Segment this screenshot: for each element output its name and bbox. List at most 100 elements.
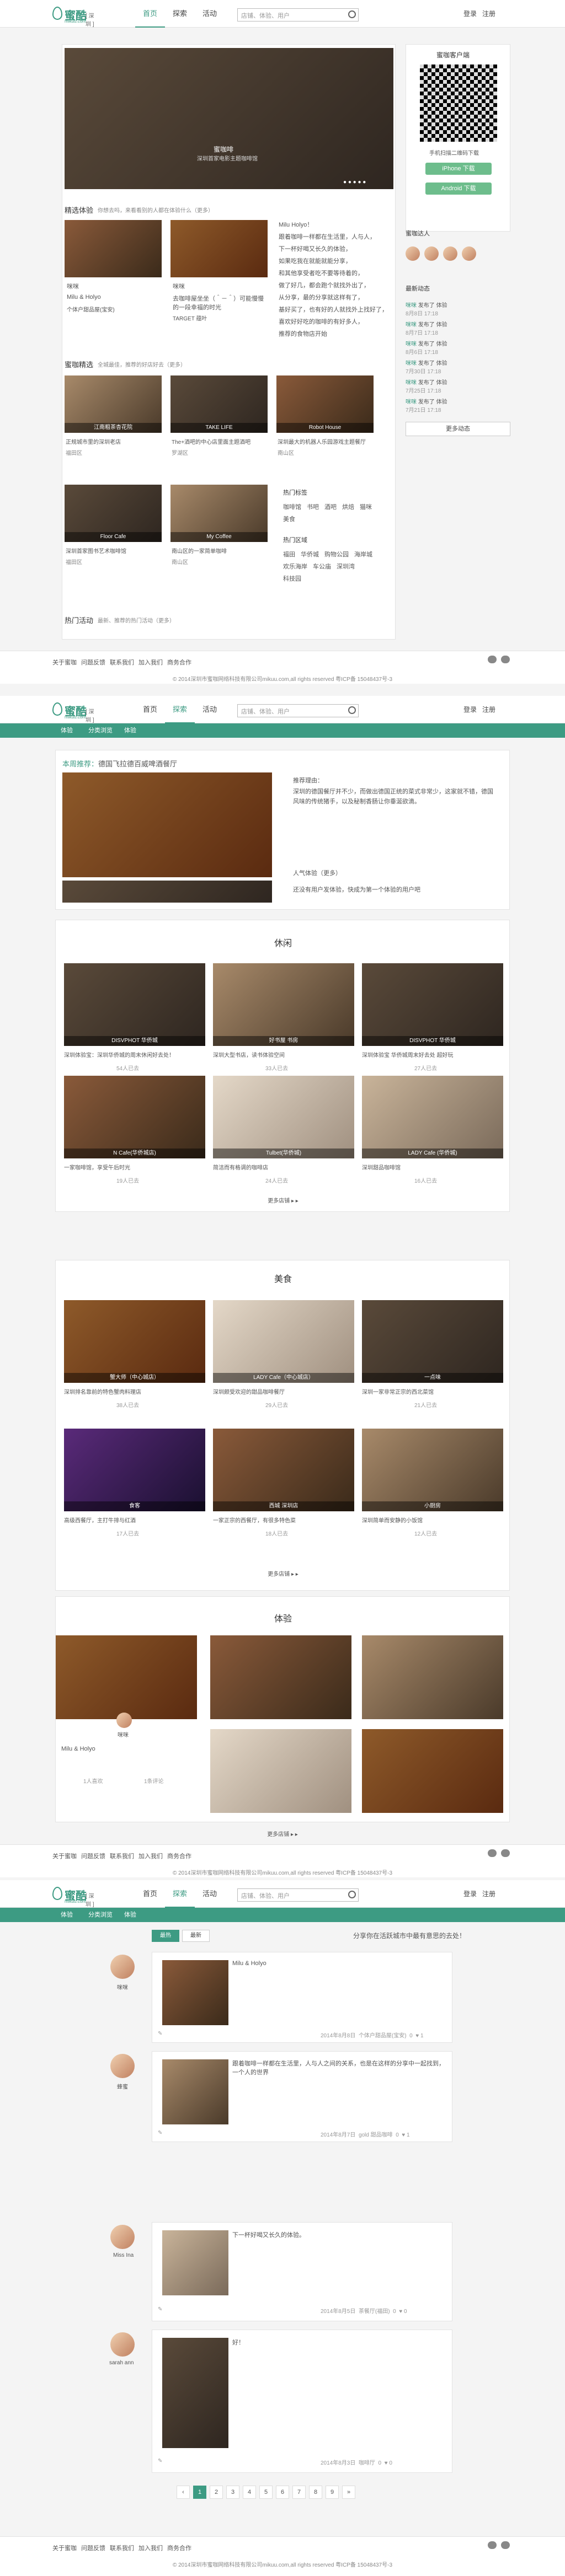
wechat-icon[interactable]	[501, 1849, 510, 1857]
wechat-icon[interactable]	[501, 656, 510, 663]
exp-card-image[interactable]	[210, 1729, 351, 1813]
about-link[interactable]: 关于蜜咖	[52, 2545, 77, 2552]
contact-link[interactable]: 联系我们	[110, 1853, 134, 1860]
register-link[interactable]: 注册	[482, 706, 495, 713]
about-link[interactable]: 关于蜜咖	[52, 659, 77, 666]
shop-card-image[interactable]: 好书屋 书房	[213, 963, 354, 1046]
shop-card-image[interactable]: LADY Cafe（中心城店）	[213, 1300, 354, 1383]
search-icon[interactable]	[348, 10, 356, 18]
page-button[interactable]: 3	[226, 2486, 239, 2499]
more-shops-link[interactable]: 更多店铺 ▸ ▸	[1, 1196, 565, 1204]
exp-card-image[interactable]	[56, 1635, 197, 1719]
join-link[interactable]: 加入我们	[138, 2545, 163, 2552]
about-link[interactable]: 关于蜜咖	[52, 1853, 77, 1860]
shop-card-image[interactable]: 小厨房	[362, 1429, 503, 1511]
weibo-icon[interactable]	[488, 2541, 497, 2549]
shop-image-4[interactable]: Floor Cafe	[65, 485, 162, 542]
shop-card-image[interactable]: DISVPHOT 华侨城	[362, 963, 503, 1046]
join-link[interactable]: 加入我们	[138, 659, 163, 666]
nav-discover[interactable]: 探索	[165, 696, 195, 723]
nav-home[interactable]: 首页	[135, 696, 165, 723]
featured-image[interactable]	[62, 772, 272, 877]
page-button[interactable]: 7	[292, 2486, 306, 2499]
exp-card-image[interactable]	[362, 1729, 503, 1813]
contact-link[interactable]: 联系我们	[110, 2545, 134, 2552]
join-link[interactable]: 加入我们	[138, 1853, 163, 1860]
post-image[interactable]	[162, 2059, 228, 2124]
shop-card-image[interactable]: N Cafe(华侨城店)	[64, 1076, 205, 1158]
page-button[interactable]: 6	[276, 2486, 289, 2499]
register-link[interactable]: 注册	[482, 10, 495, 18]
contact-link[interactable]: 联系我们	[110, 659, 134, 666]
nav-activity[interactable]: 活动	[195, 696, 225, 723]
page-button[interactable]: 4	[243, 2486, 256, 2499]
nav-activity[interactable]: 活动	[195, 0, 225, 28]
exp-image-2[interactable]	[170, 220, 268, 277]
subnav-item[interactable]: 分类浏览	[83, 723, 118, 738]
avatar[interactable]	[406, 246, 420, 261]
post-image[interactable]	[162, 2338, 228, 2448]
shop-card-image[interactable]: Tulbet(华侨城)	[213, 1076, 354, 1158]
nav-discover[interactable]: 探索	[165, 1880, 195, 1908]
exp-image-1[interactable]	[65, 220, 162, 277]
weibo-icon[interactable]	[488, 656, 497, 663]
faq-link[interactable]: 问题反馈	[81, 1853, 105, 1860]
login-link[interactable]: 登录	[463, 706, 477, 713]
shop-card-image[interactable]: 蟹大师（中心城店）	[64, 1300, 205, 1383]
nav-home[interactable]: 首页	[135, 0, 166, 28]
weibo-icon[interactable]	[488, 1849, 497, 1857]
avatar[interactable]	[110, 2225, 135, 2249]
faq-link[interactable]: 问题反馈	[81, 659, 105, 666]
more-activity-button[interactable]: 更多动态	[406, 422, 510, 436]
login-link[interactable]: 登录	[463, 10, 477, 18]
subnav-item[interactable]: 体验	[55, 1908, 78, 1922]
subnav-item[interactable]: 分类浏览	[83, 1908, 118, 1922]
hero-banner[interactable]: 蜜咖啡 深圳首家电影主题咖啡馆 ● ● ● ● ●	[65, 48, 393, 189]
search-input[interactable]: 店铺、体验、用户	[237, 704, 359, 717]
search-input[interactable]: 店铺、体验、用户	[237, 1888, 359, 1902]
tab-hot[interactable]: 最热	[152, 1930, 179, 1942]
page-button[interactable]: 5	[259, 2486, 273, 2499]
nav-discover[interactable]: 探索	[165, 0, 195, 28]
subnav-item[interactable]: 体验	[119, 1908, 142, 1922]
android-download-button[interactable]: Android 下载	[425, 183, 492, 195]
avatar[interactable]	[110, 1955, 135, 1979]
logo[interactable]: 蜜酷 mikuu.com[ 深圳 ]	[52, 701, 97, 723]
post-image[interactable]	[162, 2230, 228, 2295]
page-button[interactable]: 8	[309, 2486, 322, 2499]
exp-card-image[interactable]	[210, 1635, 351, 1719]
exp-card-image[interactable]	[362, 1635, 503, 1719]
register-link[interactable]: 注册	[482, 1890, 495, 1898]
logo[interactable]: 蜜酷 mikuu.com[ 深圳 ]	[52, 6, 97, 28]
iphone-download-button[interactable]: iPhone 下载	[425, 163, 492, 175]
tab-new[interactable]: 最新	[182, 1930, 210, 1942]
featured-thumbs[interactable]	[62, 881, 272, 903]
page-button[interactable]: 9	[326, 2486, 339, 2499]
wechat-icon[interactable]	[501, 2541, 510, 2549]
avatar[interactable]	[462, 246, 476, 261]
search-icon[interactable]	[348, 706, 356, 714]
shop-image-2[interactable]: TAKE LIFE	[170, 375, 268, 433]
partner-link[interactable]: 商务合作	[167, 2545, 191, 2552]
shop-image-3[interactable]: Robot House	[276, 375, 374, 433]
more-shops-link[interactable]: 更多店铺 ▸ ▸	[0, 1829, 565, 1838]
avatar[interactable]	[116, 1713, 132, 1728]
avatar[interactable]	[110, 2332, 135, 2357]
search-icon[interactable]	[348, 1891, 356, 1898]
page-button[interactable]: »	[342, 2486, 355, 2499]
more-shops-link[interactable]: 更多店铺 ▸ ▸	[1, 1569, 565, 1577]
subnav-item[interactable]: 体验	[55, 723, 78, 738]
login-link[interactable]: 登录	[463, 1890, 477, 1898]
partner-link[interactable]: 商务合作	[167, 659, 191, 666]
shop-card-image[interactable]: LADY Cafe (华侨城)	[362, 1076, 503, 1158]
shop-card-image[interactable]: 西城 深圳店	[213, 1429, 354, 1511]
avatar[interactable]	[443, 246, 457, 261]
shop-image-1[interactable]: 江南粗茶杏花院	[65, 375, 162, 433]
avatar[interactable]	[110, 2054, 135, 2078]
shop-card-image[interactable]: DISVPHOT 华侨城	[64, 963, 205, 1046]
page-button[interactable]: 1	[193, 2486, 206, 2499]
search-input[interactable]: 店铺、体验、用户	[237, 8, 359, 22]
shop-card-image[interactable]: 一点味	[362, 1300, 503, 1383]
subnav-item[interactable]: 体验	[119, 723, 142, 738]
partner-link[interactable]: 商务合作	[167, 1853, 191, 1860]
